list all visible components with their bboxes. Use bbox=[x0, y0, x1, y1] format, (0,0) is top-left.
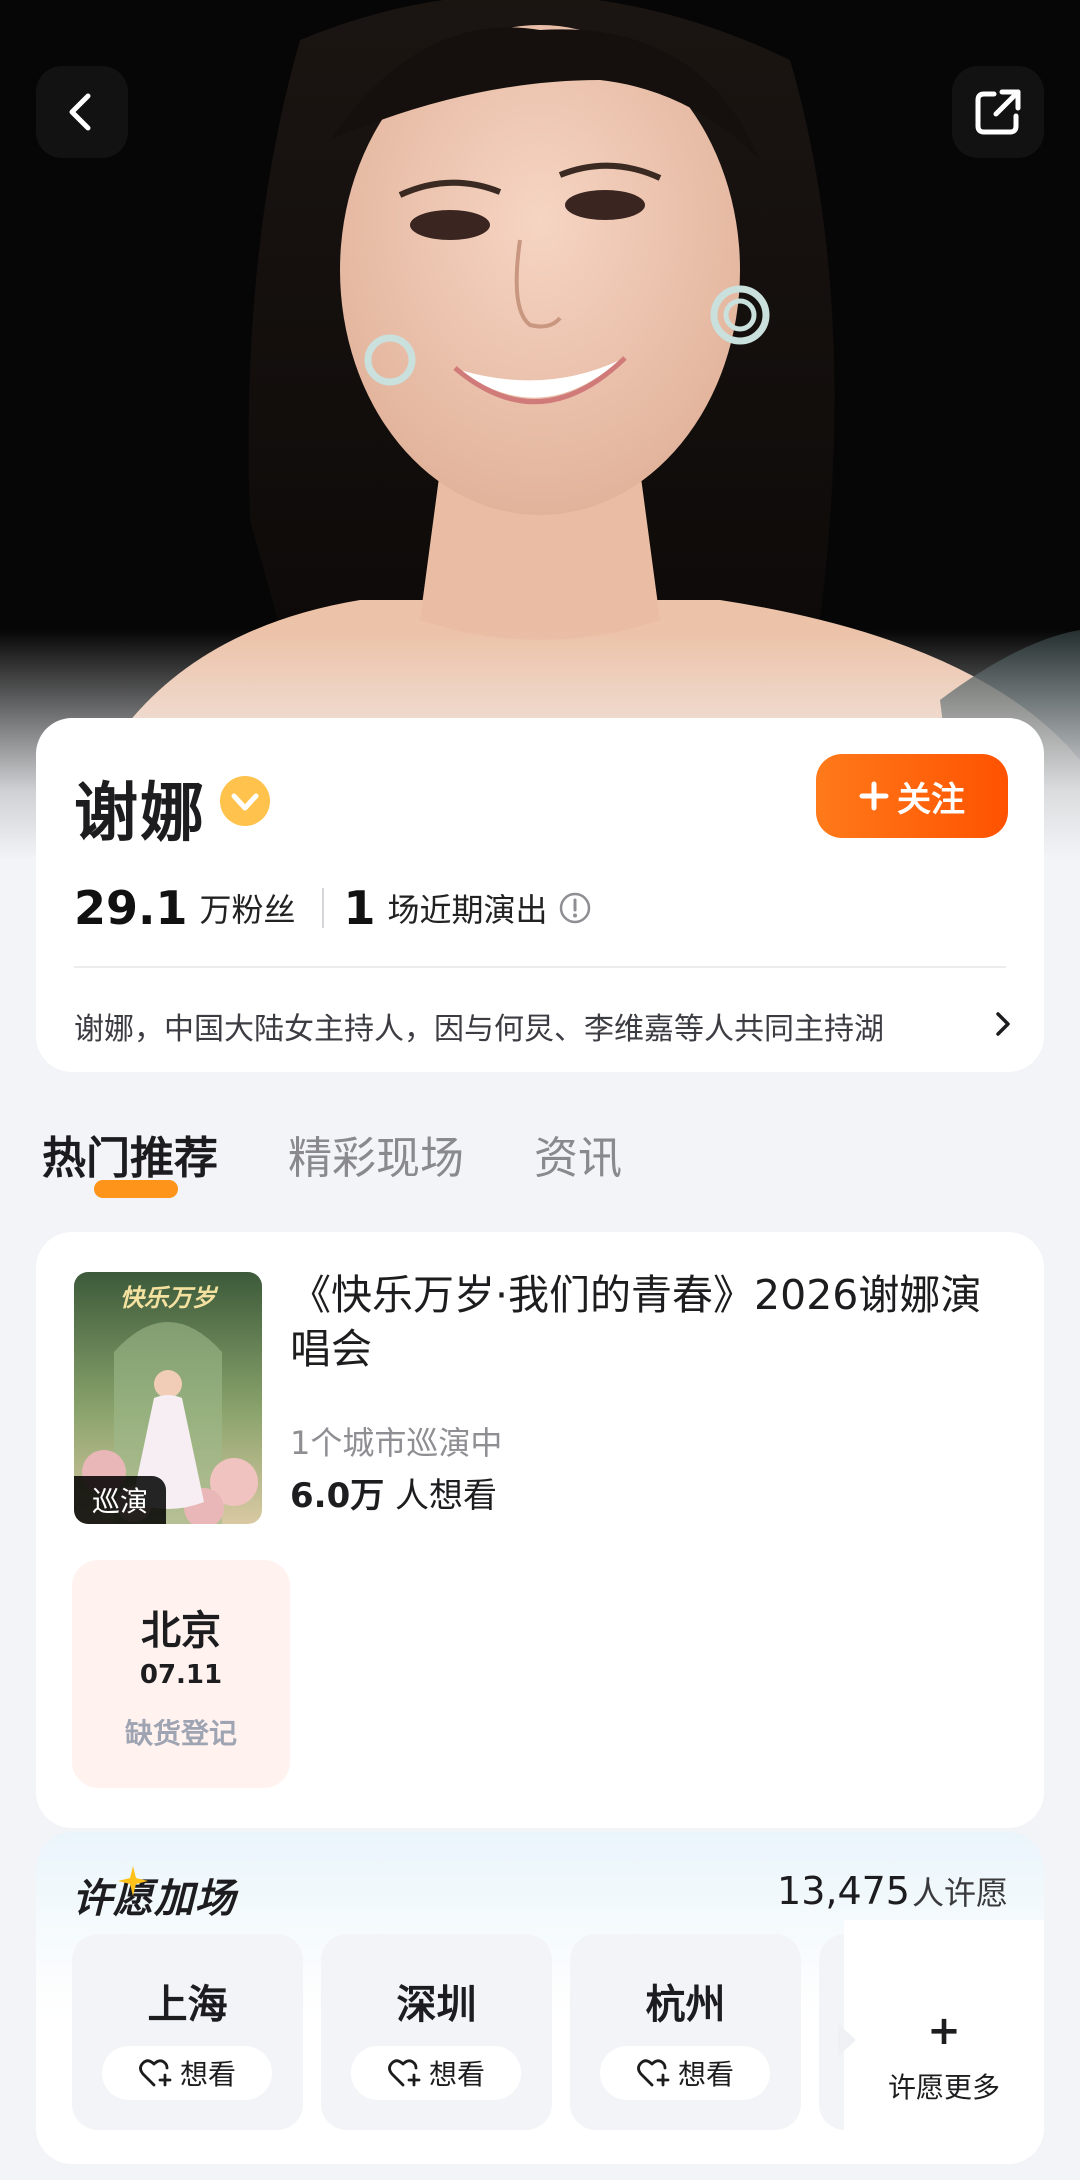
want-to-see-label: 想看 bbox=[179, 2058, 236, 2091]
want-to-see-button[interactable]: 想看 bbox=[351, 2046, 521, 2100]
artist-name: 谢娜 bbox=[74, 777, 206, 851]
share-external-icon bbox=[975, 89, 1021, 135]
stats-divider bbox=[321, 888, 324, 928]
tab-label: 精彩现场 bbox=[288, 1133, 464, 1184]
artist-bio: 谢娜，中国大陆女主持人，因与何炅、李维嘉等人共同主持湖 bbox=[74, 1012, 884, 1047]
tab-hot-recommend[interactable]: 热门推荐 bbox=[42, 1122, 218, 1212]
chevron-left-icon bbox=[69, 93, 91, 131]
card-divider bbox=[74, 966, 1006, 968]
wish-more-label: 许愿更多 bbox=[887, 2071, 1000, 2104]
tab-label: 资讯 bbox=[534, 1133, 622, 1184]
wish-count-label: 人许愿 bbox=[911, 1874, 1008, 1912]
chevron-right-icon bbox=[974, 1009, 1014, 1043]
wish-count: 13,475人许愿 bbox=[777, 1868, 1008, 1914]
back-button[interactable] bbox=[36, 66, 128, 158]
tab-news[interactable]: 资讯 bbox=[534, 1122, 622, 1212]
session-beijing[interactable]: 北京 07.11 缺货登记 bbox=[72, 1560, 290, 1788]
sparkle-icon bbox=[118, 1866, 148, 1896]
wish-city-name: 深圳 bbox=[396, 1982, 477, 2028]
followers-count: 29.1 bbox=[74, 881, 188, 935]
tab-label: 热门推荐 bbox=[42, 1133, 218, 1184]
wish-city-shanghai: 上海 想看 bbox=[72, 1934, 303, 2130]
follow-label: 关注 bbox=[897, 779, 965, 820]
tour-tag: 巡演 bbox=[74, 1476, 166, 1524]
wish-title: 许愿加场 bbox=[72, 1876, 236, 1922]
wish-extra-show-card: 许愿加场 13,475人许愿 上海 想看 深圳 想看 杭州 想看 + 许愿更多 bbox=[36, 1832, 1044, 2164]
wish-city-name: 杭州 bbox=[645, 1982, 726, 2028]
heart-plus-icon bbox=[388, 2059, 421, 2087]
tour-cities-text: 1个城市巡演中 bbox=[290, 1424, 503, 1462]
share-button[interactable] bbox=[952, 66, 1044, 158]
wish-more-button[interactable]: + 许愿更多 bbox=[838, 1920, 1044, 2164]
want-num: 6.0万 bbox=[290, 1476, 385, 1516]
wish-city-shenzhen: 深圳 想看 bbox=[321, 1934, 552, 2130]
wish-city-list: 上海 想看 深圳 想看 杭州 想看 bbox=[72, 1934, 879, 2130]
artist-profile-card: 谢娜 关注 29.1 万粉丝 1 场近期演出 谢娜，中国大陆女主持人，因与何炅、… bbox=[36, 718, 1044, 1072]
concert-title: 《快乐万岁·我们的青春》2026谢娜演唱会 bbox=[290, 1271, 982, 1373]
followers-label: 万粉丝 bbox=[199, 891, 296, 929]
concert-card[interactable]: 快乐万岁 巡演 《快乐万岁·我们的青春》2026谢娜演唱会 1个城市巡演中 6.… bbox=[36, 1232, 1044, 1828]
session-date: 07.11 bbox=[139, 1660, 223, 1690]
artist-stats: 29.1 万粉丝 1 场近期演出 bbox=[74, 878, 592, 938]
session-status: 缺货登记 bbox=[124, 1717, 237, 1750]
session-city: 北京 bbox=[141, 1608, 221, 1654]
plus-icon bbox=[859, 781, 889, 811]
wish-city-hangzhou: 杭州 想看 bbox=[570, 1934, 801, 2130]
want-to-see-label: 想看 bbox=[677, 2058, 734, 2091]
want-to-see-count: 6.0万 人想看 bbox=[290, 1468, 497, 1517]
verified-badge-icon bbox=[220, 776, 270, 826]
want-label: 人想看 bbox=[395, 1476, 498, 1516]
heart-plus-icon bbox=[139, 2059, 172, 2087]
concert-poster[interactable]: 快乐万岁 巡演 bbox=[74, 1272, 262, 1524]
plus-icon: + bbox=[927, 2008, 961, 2054]
tab-live-highlights[interactable]: 精彩现场 bbox=[288, 1122, 464, 1212]
want-to-see-button[interactable]: 想看 bbox=[600, 2046, 770, 2100]
want-to-see-label: 想看 bbox=[428, 2058, 485, 2091]
wish-count-num: 13,475 bbox=[777, 1869, 910, 1913]
shows-label: 场近期演出 bbox=[387, 891, 548, 929]
wish-city-name: 上海 bbox=[147, 1982, 228, 2028]
follow-button[interactable]: 关注 bbox=[816, 754, 1008, 838]
want-to-see-button[interactable]: 想看 bbox=[102, 2046, 272, 2100]
shows-count: 1 bbox=[343, 881, 376, 935]
info-icon[interactable] bbox=[558, 891, 592, 925]
poster-title-text: 快乐万岁 bbox=[120, 1283, 219, 1312]
artist-bio-row[interactable]: 谢娜，中国大陆女主持人，因与何炅、李维嘉等人共同主持湖 bbox=[74, 996, 1014, 1056]
content-tabs: 热门推荐 精彩现场 资讯 bbox=[42, 1122, 622, 1212]
heart-plus-icon bbox=[637, 2059, 670, 2087]
